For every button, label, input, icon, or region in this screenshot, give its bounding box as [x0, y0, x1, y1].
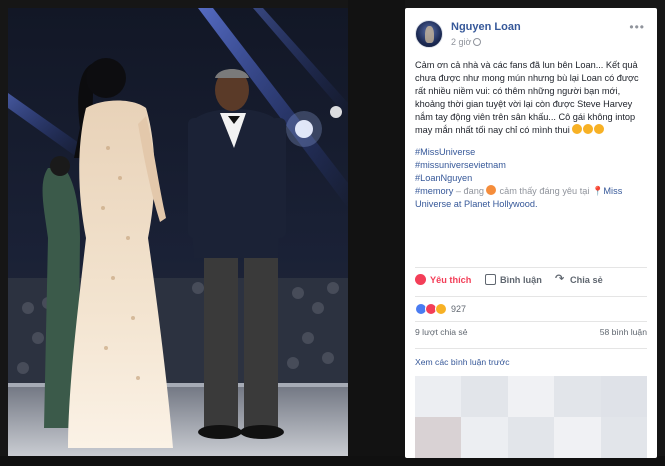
like-label: Yêu thích — [430, 274, 472, 285]
hashtag-link[interactable]: #LoanNguyen — [415, 172, 649, 185]
more-options-icon[interactable]: ••• — [629, 20, 645, 34]
share-button[interactable]: ↷ Chia sẻ — [555, 274, 603, 285]
post-text: Cảm ơn cả nhà và các fans đã lun bên Loa… — [415, 60, 639, 135]
reaction-count: 927 — [451, 304, 467, 314]
author-avatar[interactable] — [415, 20, 443, 48]
like-button[interactable]: Yêu thích — [415, 274, 471, 285]
photo-image — [8, 8, 348, 456]
blurred-comments-area — [415, 376, 647, 458]
hashtag-link[interactable]: #missuniversevietnam — [415, 159, 649, 172]
memory-hashtag-link[interactable]: #memory — [415, 186, 453, 196]
post-stats: 9 lượt chia sẻ 58 bình luận — [415, 327, 647, 337]
viewer-side-background — [348, 0, 405, 466]
time-text: 2 giờ — [451, 37, 472, 47]
feeling-emoji-icon — [485, 185, 496, 196]
comment-count-link[interactable]: 58 bình luận — [600, 327, 647, 337]
heart-icon — [415, 274, 426, 285]
photo-viewer: Nguyen Loan 2 giờ ••• Cảm ơn cả nhà và c… — [0, 0, 665, 466]
post-detail-panel: Nguyen Loan 2 giờ ••• Cảm ơn cả nhà và c… — [405, 8, 657, 458]
divider — [415, 296, 647, 297]
comment-button[interactable]: Bình luận — [485, 274, 542, 285]
smile-emoji-icon — [583, 123, 594, 134]
author-name[interactable]: Nguyen Loan — [451, 21, 521, 33]
hashtag-link[interactable]: #MissUniverse — [415, 146, 649, 159]
comment-label: Bình luận — [500, 274, 542, 285]
share-label: Chia sẻ — [570, 274, 603, 285]
share-count-link[interactable]: 9 lượt chia sẻ — [415, 327, 467, 337]
post-header: Nguyen Loan 2 giờ ••• — [415, 18, 647, 54]
share-icon: ↷ — [555, 273, 565, 285]
post-hashtags: #MissUniverse #missuniversevietnam #Loan… — [415, 146, 649, 211]
post-paragraph: Cảm ơn cả nhà và các fans đã lun bên Loa… — [415, 59, 649, 136]
post-activity: #memory – đang cảm thấy đáng yêu tại 📍Mi… — [415, 185, 622, 209]
divider — [415, 321, 647, 322]
location-pin-icon: 📍 — [591, 186, 604, 197]
view-previous-comments-link[interactable]: Xem các bình luận trước — [415, 357, 510, 367]
smile-emoji-icon — [572, 123, 583, 134]
post-body: Cảm ơn cả nhà và các fans đã lun bên Loa… — [415, 59, 649, 221]
post-actions: Yêu thích Bình luận ↷ Chia sẻ — [415, 273, 647, 291]
activity-prefix: – đang — [453, 186, 484, 197]
haha-reaction-icon — [435, 303, 447, 315]
post-timestamp[interactable]: 2 giờ — [451, 37, 482, 47]
smile-emoji-icon — [594, 123, 605, 134]
reaction-summary[interactable]: 927 — [415, 302, 466, 316]
globe-icon — [473, 38, 482, 46]
comment-icon — [485, 274, 496, 285]
activity-text: cảm thấy đáng yêu tại — [496, 186, 592, 197]
divider — [415, 348, 647, 349]
divider — [415, 267, 647, 268]
post-photo[interactable] — [8, 8, 348, 456]
